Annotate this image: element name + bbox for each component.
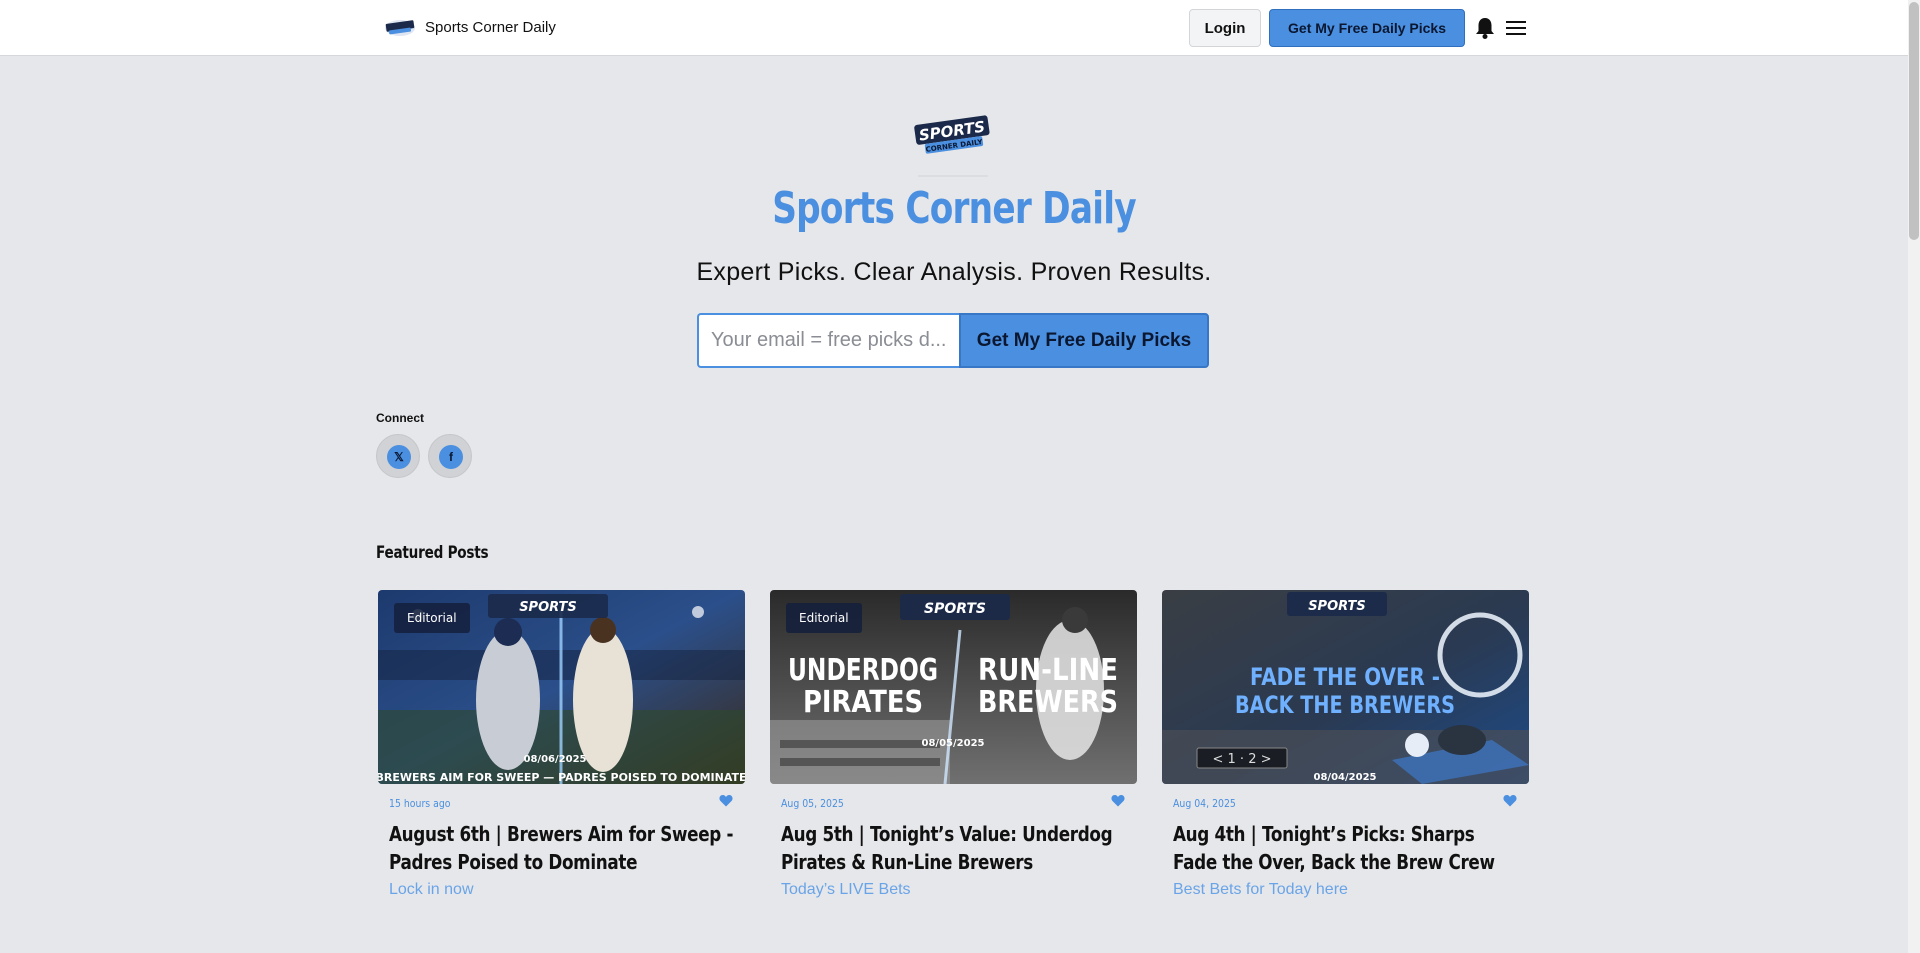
post-thumbnail[interactable]: SPORTS 08/06/2025 “BREWERS AIM FOR SWEEP… (378, 590, 745, 784)
editorial-badge: Editorial (786, 603, 862, 633)
svg-text:SPORTS: SPORTS (519, 600, 577, 615)
facebook-social-link[interactable]: f (428, 434, 472, 478)
featured-post-card[interactable]: SPORTS 08/06/2025 “BREWERS AIM FOR SWEEP… (378, 590, 745, 920)
get-free-picks-button[interactable]: Get My Free Daily Picks (1269, 9, 1465, 47)
post-cta-link[interactable]: Lock in now (389, 881, 474, 899)
thumb-date: 08/06/2025 (524, 754, 587, 765)
hero-tagline: Expert Picks. Clear Analysis. Proven Res… (696, 258, 1212, 286)
post-title[interactable]: Aug 5th | Tonight’s Value: Underdog Pira… (781, 820, 1130, 876)
post-title[interactable]: August 6th | Brewers Aim for Sweep - Pad… (389, 820, 738, 876)
post-thumbnail[interactable]: SPORTS UNDERDOG PIRATES RUN-LINE BREWERS… (770, 590, 1137, 784)
heart-icon[interactable] (719, 794, 733, 807)
thumb-line-2: BACK THE BREWERS (1235, 691, 1455, 719)
notification-bell-icon[interactable] (1474, 16, 1496, 40)
thumb-date: 08/05/2025 (922, 738, 985, 749)
post-title[interactable]: Aug 4th | Tonight’s Picks: Sharps Fade t… (1173, 820, 1522, 876)
svg-text:SPORTS: SPORTS (1308, 599, 1366, 614)
post-thumbnail[interactable]: SPORTS FADE THE OVER - BACK THE BREWERS … (1162, 590, 1529, 784)
hamburger-menu-icon[interactable] (1506, 19, 1526, 37)
thumb-left-line-2: PIRATES (803, 685, 923, 720)
heart-icon[interactable] (1503, 794, 1517, 807)
x-social-link[interactable]: 𝕏 (376, 434, 420, 478)
post-date: Aug 05, 2025 (781, 797, 844, 810)
email-signup-form: Get My Free Daily Picks (697, 313, 1209, 368)
thumb-score: < 1 · 2 > (1213, 752, 1272, 767)
thumb-caption: “BREWERS AIM FOR SWEEP — PADRES POISED T… (378, 771, 745, 784)
post-cta-link[interactable]: Best Bets for Today here (1173, 881, 1348, 899)
thumb-right-line-2: BREWERS (978, 685, 1118, 720)
hero-logo: SPORTS CORNER DAILY (914, 115, 990, 177)
post-cta-link[interactable]: Today’s LIVE Bets (781, 881, 911, 899)
featured-post-card[interactable]: SPORTS FADE THE OVER - BACK THE BREWERS … (1162, 590, 1529, 920)
post-date: Aug 04, 2025 (1173, 797, 1236, 810)
connect-label: Connect (376, 411, 424, 425)
featured-post-card[interactable]: SPORTS UNDERDOG PIRATES RUN-LINE BREWERS… (770, 590, 1137, 920)
signup-submit-button[interactable]: Get My Free Daily Picks (959, 313, 1209, 368)
thumb-date: 08/04/2025 (1314, 772, 1377, 783)
login-button[interactable]: Login (1189, 9, 1261, 47)
thumb-right-line-1: RUN-LINE (978, 653, 1118, 688)
brand-logo-icon (385, 20, 415, 36)
hero-title: Sports Corner Daily (772, 183, 1136, 234)
thumb-line-1: FADE THE OVER - (1250, 663, 1440, 691)
email-input[interactable] (697, 313, 959, 368)
top-navbar: Sports Corner Daily Login Get My Free Da… (0, 0, 1908, 56)
heart-icon[interactable] (1111, 794, 1125, 807)
x-icon: 𝕏 (387, 445, 411, 469)
facebook-icon: f (439, 445, 463, 469)
editorial-badge: Editorial (394, 603, 470, 633)
svg-text:SPORTS: SPORTS (924, 601, 986, 617)
brand-name: Sports Corner Daily (425, 18, 556, 36)
featured-posts-heading: Featured Posts (376, 543, 489, 563)
brand-link[interactable]: Sports Corner Daily (384, 13, 556, 41)
post-date: 15 hours ago (389, 797, 451, 810)
scrollbar-thumb[interactable] (1909, 2, 1919, 240)
thumb-left-line-1: UNDERDOG (788, 653, 938, 688)
